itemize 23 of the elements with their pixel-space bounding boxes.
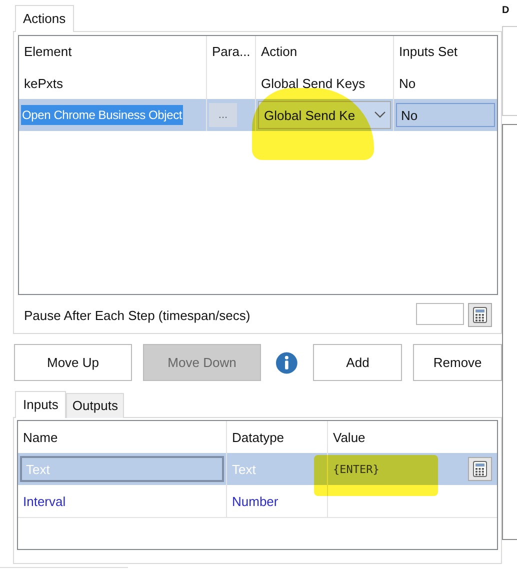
calculator-icon <box>473 307 487 323</box>
column-header[interactable]: Value <box>328 421 497 453</box>
action-button[interactable]: Move Up <box>14 344 132 381</box>
calculator-icon <box>473 461 487 477</box>
value-text: {ENTER} <box>333 462 380 476</box>
tab[interactable]: Outputs <box>66 393 124 418</box>
calculator-button[interactable] <box>468 303 492 327</box>
pause-label: Pause After Each Step (timespan/secs) <box>24 308 250 322</box>
panel-label: D <box>502 5 510 16</box>
inputs-set-field[interactable]: No <box>396 103 495 127</box>
tab[interactable]: Inputs <box>15 391 66 418</box>
actions-tab[interactable]: Actions <box>15 5 74 32</box>
table-cell: Interval <box>18 485 227 517</box>
table-cell-text: No <box>398 74 417 92</box>
parameters-button[interactable]: ... <box>209 103 237 127</box>
table-cell: Open Chrome Business Object <box>21 105 184 125</box>
info-icon[interactable] <box>275 350 298 374</box>
pause-field[interactable] <box>416 303 464 325</box>
chevron-icon <box>374 111 386 119</box>
column-header[interactable]: Inputs Set <box>394 36 497 67</box>
calculator-button[interactable] <box>468 457 492 481</box>
action-button[interactable]: Remove <box>413 344 502 381</box>
action-button[interactable]: Add <box>313 344 402 381</box>
